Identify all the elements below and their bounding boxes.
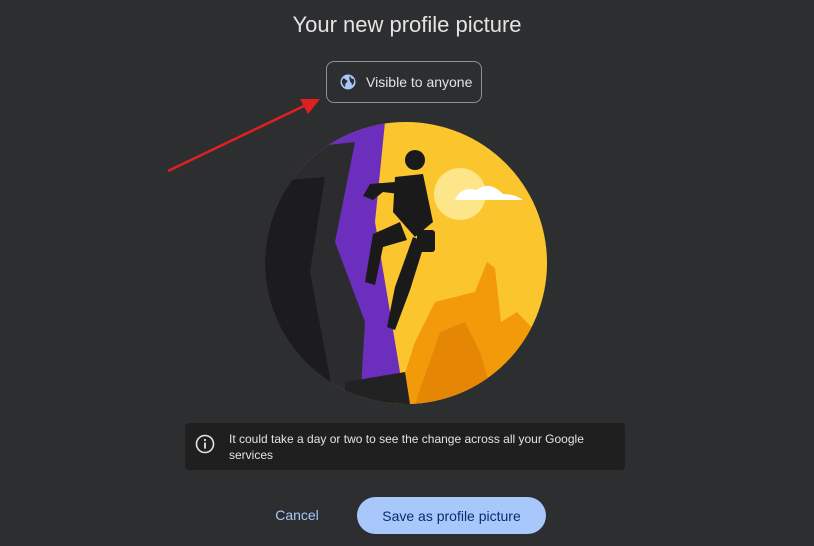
visibility-label: Visible to anyone [366,74,473,90]
cancel-button[interactable]: Cancel [262,500,332,530]
globe-icon [339,73,357,91]
visibility-button[interactable]: Visible to anyone [326,61,482,103]
notice-text: It could take a day or two to see the ch… [229,432,584,462]
profile-picture-preview [265,122,547,404]
dialog-title: Your new profile picture [292,12,522,37]
info-notice: It could take a day or two to see the ch… [185,423,625,470]
save-profile-picture-button[interactable]: Save as profile picture [357,497,546,534]
info-icon [195,434,215,454]
